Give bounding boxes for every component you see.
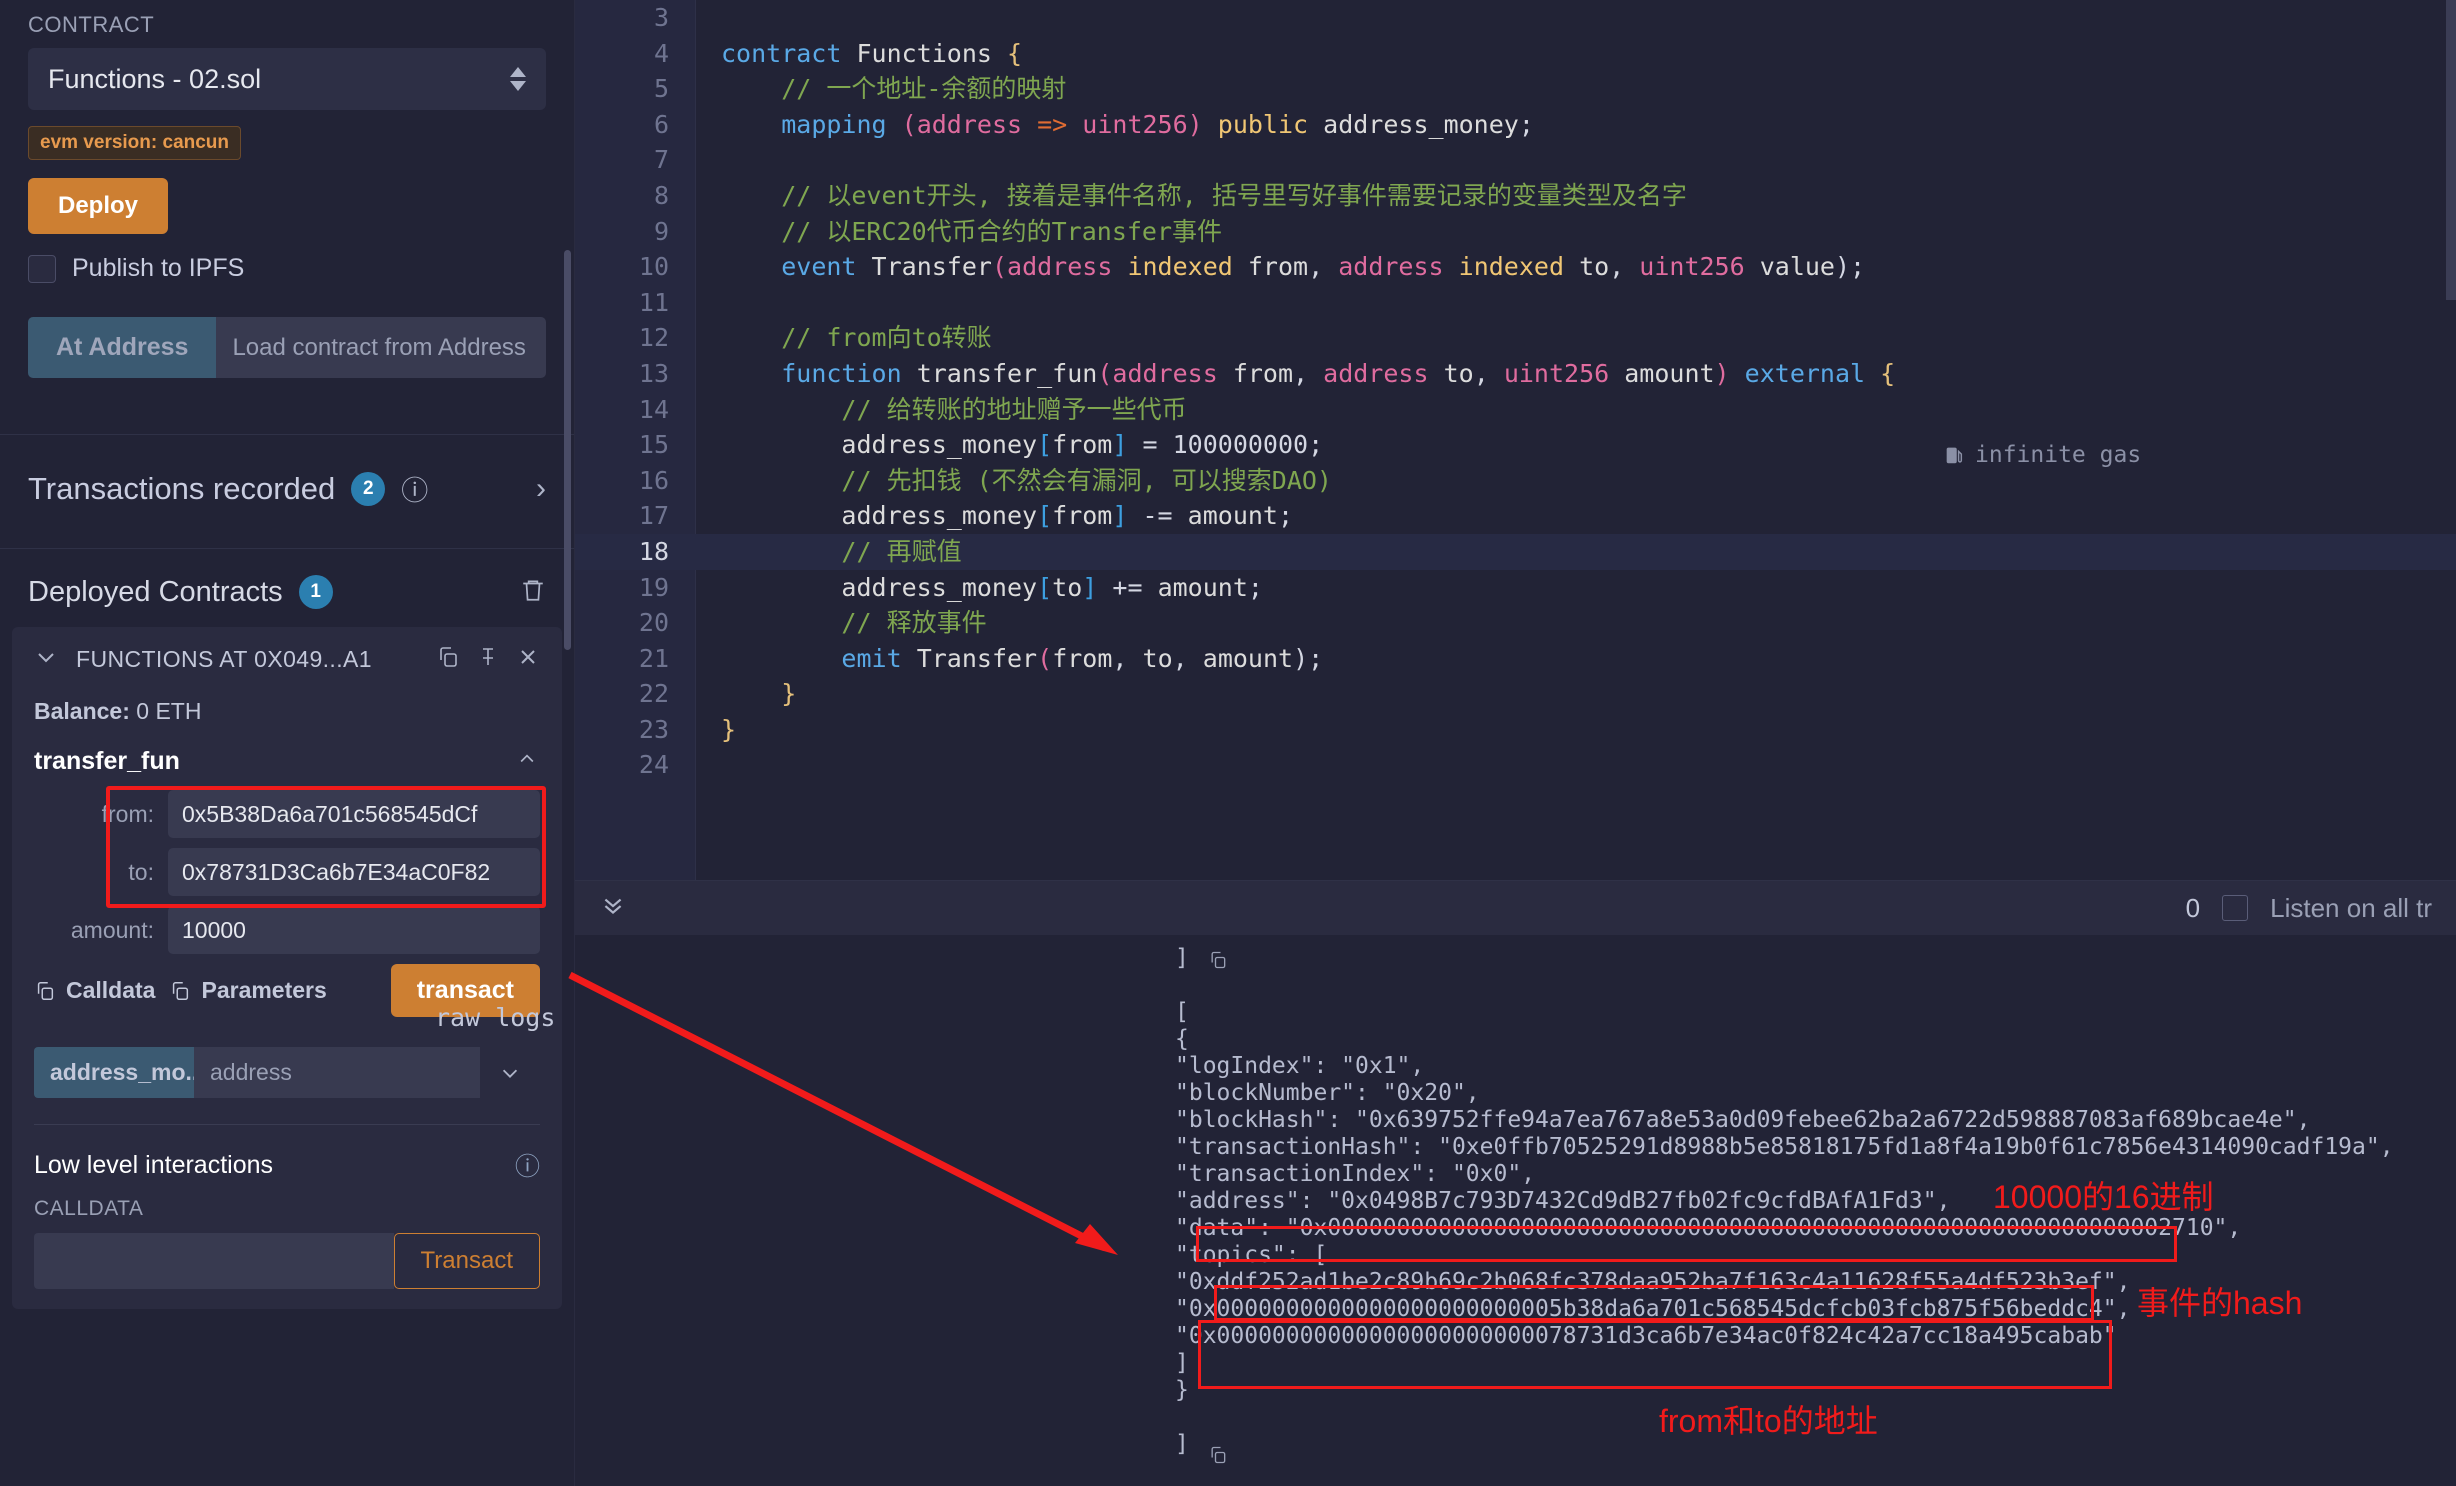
- annotation-from-to-note: from和to的地址: [1659, 1403, 1878, 1439]
- annotation-box-data: [1196, 1226, 2177, 1262]
- annotation-arrow: [568, 971, 1118, 1255]
- annotation-hex-note: 10000的16进制: [1993, 1179, 2214, 1215]
- remix-ide-window: CONTRACT Functions - 02.sol evm version:…: [0, 0, 2456, 1486]
- annotation-event-hash-note: 事件的hash: [2137, 1285, 2303, 1321]
- annotation-box-event-hash: [1214, 1285, 2094, 1321]
- annotation-box-from-to-addresses: [1198, 1320, 2112, 1389]
